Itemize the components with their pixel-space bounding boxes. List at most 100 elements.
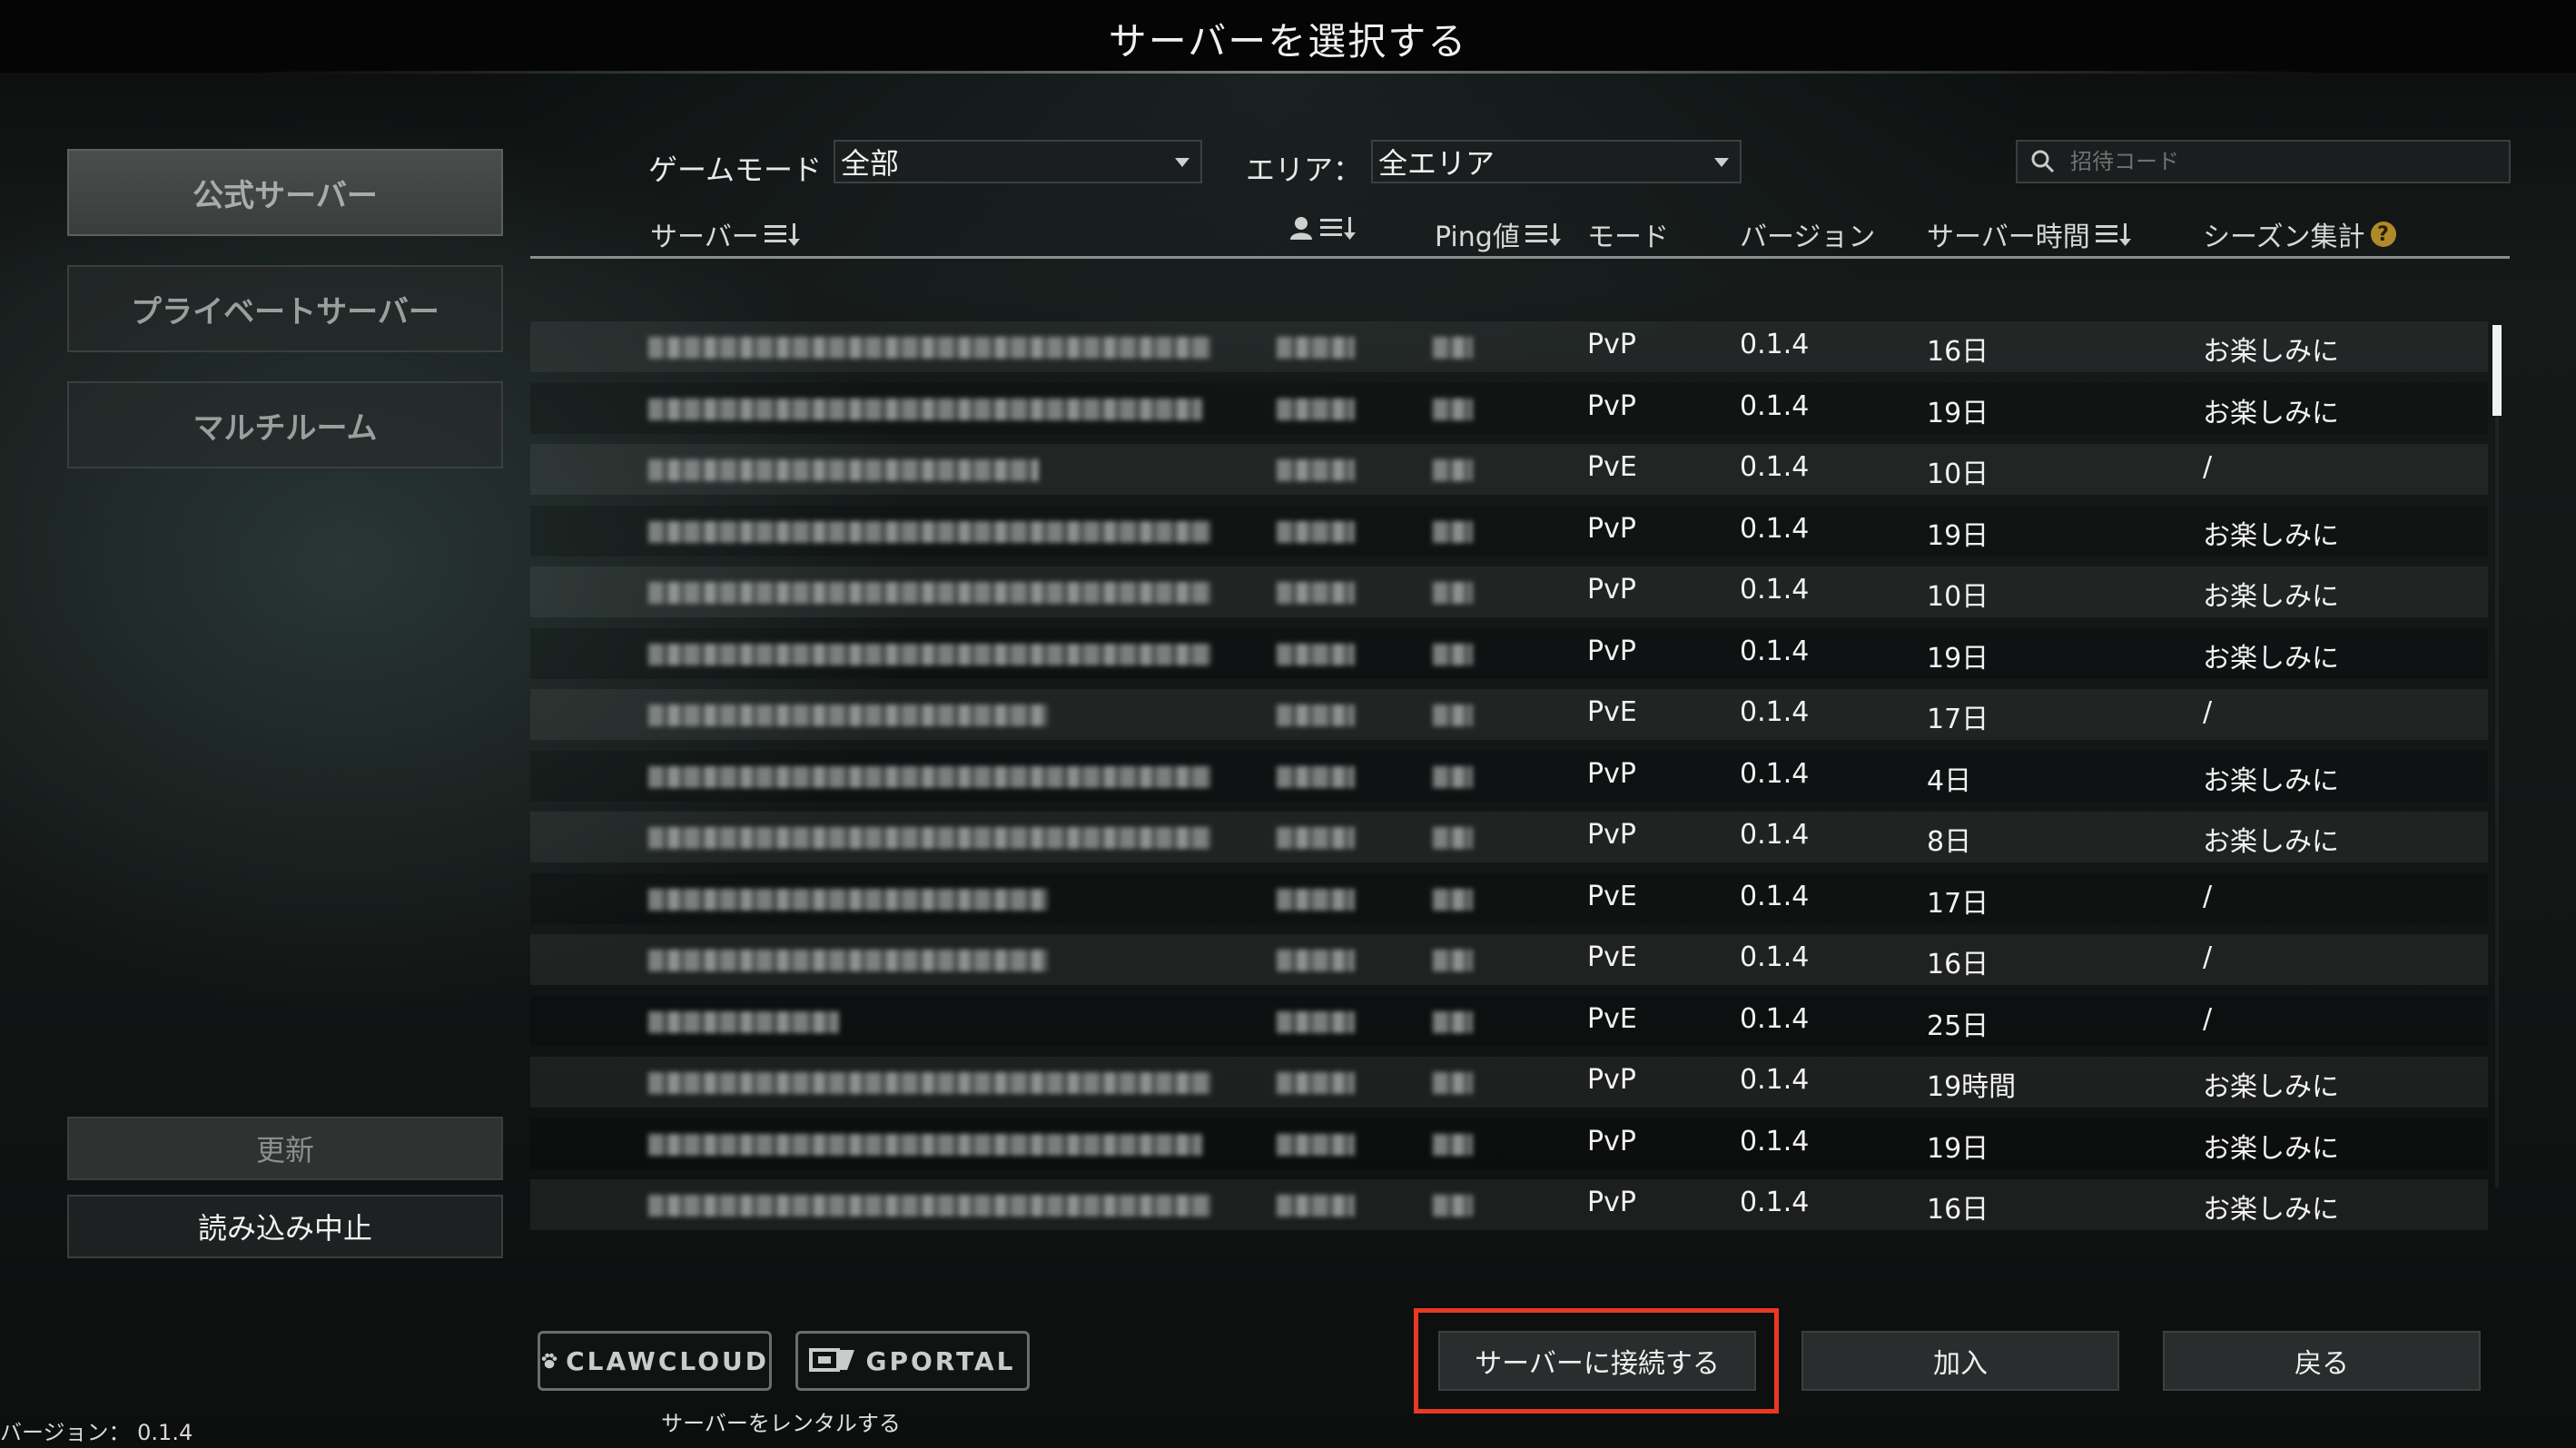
ping-redacted	[1433, 459, 1473, 481]
players-redacted	[1277, 398, 1355, 420]
players-icon	[1290, 217, 1312, 240]
version-cell: 0.1.4	[1740, 1187, 1810, 1218]
version-cell: 0.1.4	[1740, 389, 1810, 422]
table-row[interactable]: PvE 0.1.4 17日 /	[530, 872, 2488, 924]
refresh-button[interactable]: 更新	[67, 1117, 503, 1180]
gportal-button[interactable]: GPORTAL	[795, 1331, 1030, 1391]
version-cell: 0.1.4	[1740, 574, 1810, 606]
search-icon	[2031, 150, 2055, 173]
table-row[interactable]: PvP 0.1.4 19日 お楽しみに	[530, 627, 2488, 679]
table-row[interactable]: PvP 0.1.4 8日 お楽しみに	[530, 812, 2488, 862]
server-name-redacted	[648, 582, 1211, 604]
version-cell: 0.1.4	[1740, 757, 1810, 790]
players-redacted	[1277, 1010, 1355, 1033]
server-time-cell: 25日	[1927, 1010, 1989, 1042]
ping-redacted	[1433, 1072, 1473, 1094]
clawcloud-label: CLAWCLOUD	[566, 1345, 769, 1376]
ping-redacted	[1433, 643, 1473, 665]
server-name-redacted	[648, 950, 1048, 971]
page-title: サーバーを選択する	[1108, 19, 1468, 64]
table-row[interactable]: PvE 0.1.4 16日 /	[530, 934, 2488, 985]
season-cell: お楽しみに	[2203, 1071, 2339, 1103]
version-cell: 0.1.4	[1740, 696, 1810, 728]
server-name-redacted	[648, 704, 1048, 726]
mode-cell: PvP	[1587, 512, 1636, 545]
ping-redacted	[1433, 888, 1473, 911]
players-redacted	[1277, 459, 1355, 481]
table-row[interactable]: PvP 0.1.4 19日 お楽しみに	[530, 1118, 2488, 1169]
players-redacted	[1277, 337, 1355, 359]
col-season-label: シーズン集計	[2203, 222, 2365, 253]
season-cell: /	[2203, 696, 2213, 728]
gportal-label: GPORTAL	[865, 1345, 1016, 1376]
table-row[interactable]: PvE 0.1.4 25日 /	[530, 995, 2488, 1047]
server-name-redacted	[648, 643, 1211, 665]
sidebar-item-multi-room[interactable]: マルチルーム	[67, 381, 503, 468]
server-time-cell: 19時間	[1927, 1071, 2017, 1103]
help-icon[interactable]: ?	[2370, 222, 2396, 247]
clawcloud-button[interactable]: CLAWCLOUD	[538, 1331, 772, 1391]
col-server-header[interactable]: サーバー	[650, 214, 803, 254]
paw-icon	[541, 1353, 558, 1369]
scrollbar-thumb[interactable]	[2492, 325, 2502, 416]
table-row[interactable]: PvP 0.1.4 16日 お楽しみに	[530, 321, 2488, 372]
version-cell: 0.1.4	[1740, 329, 1810, 360]
mode-cell: PvP	[1587, 389, 1636, 422]
game-mode-select[interactable]: 全部	[834, 140, 1202, 183]
table-row[interactable]: PvP 0.1.4 4日 お楽しみに	[530, 750, 2488, 802]
col-ping-label: Ping値	[1435, 222, 1520, 253]
sidebar-item-private-servers[interactable]: プライベートサーバー	[67, 265, 503, 352]
table-row[interactable]: PvE 0.1.4 17日 /	[530, 689, 2488, 740]
server-time-cell: 17日	[1927, 704, 1989, 735]
table-row[interactable]: PvP 0.1.4 19日 お楽しみに	[530, 382, 2488, 434]
scroll-track	[2495, 416, 2499, 1187]
mode-cell: PvP	[1587, 329, 1636, 360]
version-cell: 0.1.4	[1740, 1002, 1810, 1035]
server-time-cell: 16日	[1927, 1194, 1989, 1226]
join-button[interactable]: 加入	[1801, 1331, 2119, 1391]
players-redacted	[1277, 643, 1355, 665]
col-ping-header[interactable]: Ping値	[1435, 214, 1564, 254]
col-players-header[interactable]	[1288, 214, 1358, 241]
mode-cell: PvE	[1587, 696, 1637, 728]
sort-icon	[1320, 217, 1356, 240]
server-name-redacted	[648, 1010, 839, 1033]
version-cell: 0.1.4	[1740, 635, 1810, 667]
server-time-cell: 19日	[1927, 397, 1989, 429]
season-cell: お楽しみに	[2203, 1132, 2339, 1165]
back-button[interactable]: 戻る	[2163, 1331, 2481, 1391]
ping-redacted	[1433, 1133, 1473, 1156]
col-server-time-header[interactable]: サーバー時間	[1927, 214, 2134, 254]
dropdown-arrow-icon	[1714, 158, 1729, 167]
sort-icon	[1525, 223, 1561, 246]
sidebar-item-official-servers[interactable]: 公式サーバー	[67, 149, 503, 236]
ping-redacted	[1433, 704, 1473, 726]
mode-cell: PvP	[1587, 757, 1636, 790]
server-name-redacted	[648, 459, 1039, 481]
players-redacted	[1277, 1133, 1355, 1156]
sort-icon	[764, 223, 800, 246]
version-label: バージョン： 0.1.4	[0, 1420, 193, 1445]
table-row[interactable]: PvP 0.1.4 19日 お楽しみに	[530, 505, 2488, 557]
players-redacted	[1277, 1195, 1355, 1217]
invite-code-search[interactable]	[2016, 140, 2511, 183]
season-cell: /	[2203, 880, 2213, 912]
season-cell: お楽しみに	[2203, 336, 2339, 368]
table-row[interactable]: PvE 0.1.4 10日 /	[530, 444, 2488, 495]
invite-code-input[interactable]	[2068, 148, 2472, 175]
server-name-redacted	[648, 765, 1211, 788]
players-redacted	[1277, 1072, 1355, 1094]
mode-cell: PvE	[1587, 880, 1637, 912]
mode-cell: PvP	[1587, 819, 1636, 851]
ping-redacted	[1433, 398, 1473, 420]
table-row[interactable]: PvP 0.1.4 19時間 お楽しみに	[530, 1057, 2488, 1108]
table-row[interactable]: PvP 0.1.4 16日 お楽しみに	[530, 1179, 2488, 1230]
season-cell: お楽しみに	[2203, 642, 2339, 675]
table-row[interactable]: PvP 0.1.4 10日 お楽しみに	[530, 566, 2488, 617]
players-redacted	[1277, 520, 1355, 543]
stop-loading-button[interactable]: 読み込み中止	[67, 1195, 503, 1258]
area-select[interactable]: 全エリア	[1371, 140, 1742, 183]
players-redacted	[1277, 704, 1355, 726]
season-cell: /	[2203, 1002, 2213, 1035]
version-cell: 0.1.4	[1740, 880, 1810, 912]
